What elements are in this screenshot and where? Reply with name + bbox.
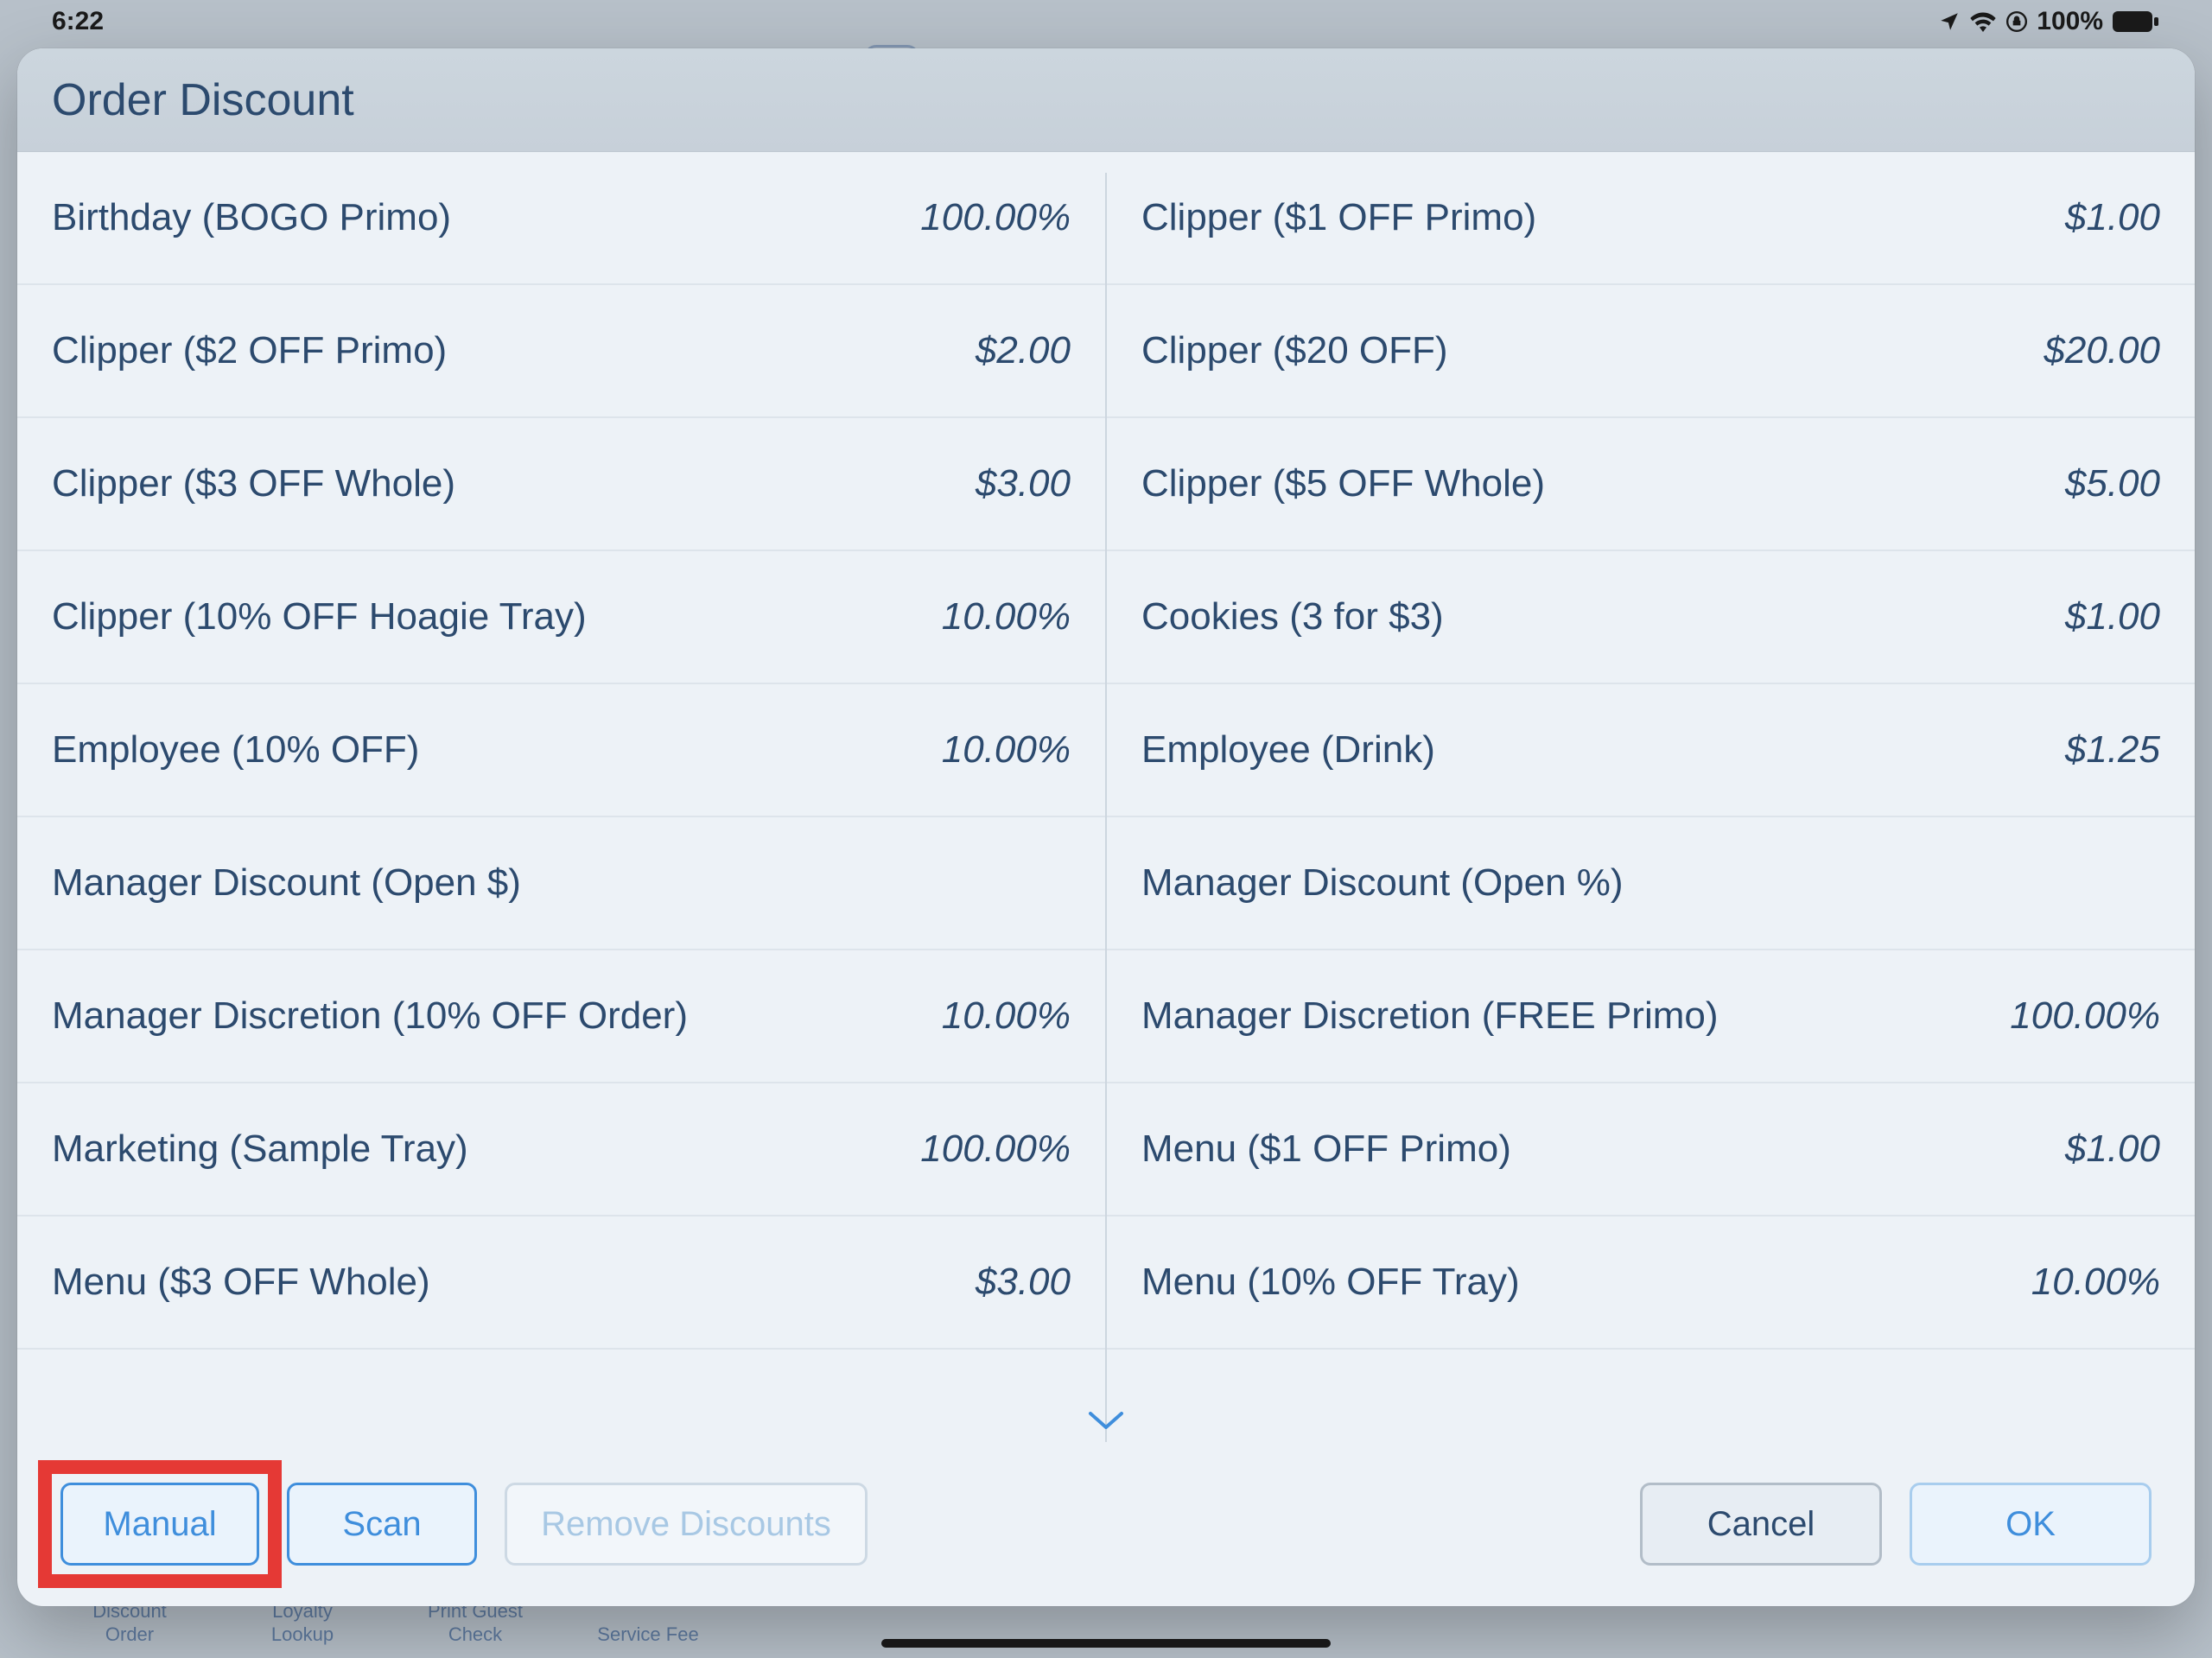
discount-label: Manager Discount (Open $) — [52, 861, 521, 905]
cancel-button[interactable]: Cancel — [1640, 1483, 1882, 1566]
discount-value: $3.00 — [976, 1261, 1071, 1304]
discount-label: Menu (10% OFF Tray) — [1141, 1261, 1520, 1304]
home-indicator — [881, 1639, 1331, 1648]
discount-value: $2.00 — [976, 329, 1071, 372]
discount-label: Birthday (BOGO Primo) — [52, 196, 451, 239]
discount-label: Clipper ($20 OFF) — [1141, 329, 1448, 372]
discount-row[interactable]: Clipper ($2 OFF Primo) $2.00 — [17, 285, 1105, 418]
discount-label: Menu ($3 OFF Whole) — [52, 1261, 430, 1304]
discount-row[interactable]: Cookies (3 for $3) $1.00 — [1107, 551, 2195, 684]
discount-label: Clipper ($1 OFF Primo) — [1141, 196, 1536, 239]
discount-value: 100.00% — [920, 1128, 1071, 1171]
discount-label: Employee (Drink) — [1141, 728, 1435, 772]
discount-row[interactable]: Menu ($3 OFF Whole) $3.00 — [17, 1217, 1105, 1350]
discount-row[interactable]: Marketing (Sample Tray) 100.00% — [17, 1083, 1105, 1217]
discount-row[interactable]: Clipper ($5 OFF Whole) $5.00 — [1107, 418, 2195, 551]
battery-icon — [2112, 10, 2160, 33]
discount-value: 10.00% — [942, 595, 1071, 638]
ok-button[interactable]: OK — [1910, 1483, 2152, 1566]
modal-body: Birthday (BOGO Primo) 100.00% Clipper ($2 … — [17, 152, 2195, 1442]
discount-row[interactable]: Menu (10% OFF Tray) 10.00% — [1107, 1217, 2195, 1350]
orientation-lock-icon — [2005, 10, 2028, 33]
remove-discounts-button: Remove Discounts — [505, 1483, 868, 1566]
battery-pct: 100% — [2037, 7, 2103, 36]
discount-row[interactable]: Manager Discretion (10% OFF Order) 10.00% — [17, 950, 1105, 1083]
discount-column-left: Birthday (BOGO Primo) 100.00% Clipper ($2 … — [17, 152, 1105, 1442]
bg-item: Discount Order — [69, 1600, 190, 1646]
discount-value: $1.00 — [2065, 196, 2160, 239]
discount-row[interactable]: Clipper ($20 OFF) $20.00 — [1107, 285, 2195, 418]
discount-label: Marketing (Sample Tray) — [52, 1128, 468, 1171]
discount-value: 10.00% — [942, 728, 1071, 772]
discount-value: $3.00 — [976, 462, 1071, 505]
discount-value: 100.00% — [2010, 994, 2160, 1038]
discount-label: Manager Discretion (FREE Primo) — [1141, 994, 1719, 1038]
modal-footer: Manual Scan Remove Discounts Cancel OK — [17, 1442, 2195, 1606]
discount-row[interactable]: Clipper ($3 OFF Whole) $3.00 — [17, 418, 1105, 551]
status-bar: 6:22 100% — [0, 0, 2212, 43]
bg-item: Loyalty Lookup — [242, 1600, 363, 1646]
discount-label: Clipper (10% OFF Hoagie Tray) — [52, 595, 587, 638]
location-icon — [1938, 10, 1961, 33]
discount-column-right: Clipper ($1 OFF Primo) $1.00 Clipper ($20 … — [1107, 152, 2195, 1442]
bg-item: Print Guest Check — [415, 1600, 536, 1646]
order-discount-modal: Order Discount Birthday (BOGO Primo) 100.… — [17, 48, 2195, 1606]
discount-label: Menu ($1 OFF Primo) — [1141, 1128, 1511, 1171]
manual-button[interactable]: Manual — [60, 1483, 259, 1566]
discount-row[interactable]: Employee (Drink) $1.25 — [1107, 684, 2195, 817]
discount-label: Manager Discretion (10% OFF Order) — [52, 994, 688, 1038]
discount-value: 10.00% — [942, 994, 1071, 1038]
discount-row[interactable]: Employee (10% OFF) 10.00% — [17, 684, 1105, 817]
discount-label: Cookies (3 for $3) — [1141, 595, 1444, 638]
bg-item: Service Fee — [588, 1623, 709, 1646]
discount-row[interactable]: Manager Discount (Open %) — [1107, 817, 2195, 950]
chevron-down-icon[interactable] — [1085, 1407, 1127, 1439]
modal-header: Order Discount — [17, 48, 2195, 152]
scan-button[interactable]: Scan — [287, 1483, 477, 1566]
status-time: 6:22 — [52, 7, 104, 36]
discount-label: Manager Discount (Open %) — [1141, 861, 1624, 905]
wifi-icon — [1969, 11, 1997, 32]
discount-label: Clipper ($5 OFF Whole) — [1141, 462, 1545, 505]
discount-value: 100.00% — [920, 196, 1071, 239]
discount-value: $20.00 — [2044, 329, 2160, 372]
discount-value: $1.25 — [2065, 728, 2160, 772]
discount-row[interactable]: Menu ($1 OFF Primo) $1.00 — [1107, 1083, 2195, 1217]
discount-row[interactable]: Manager Discretion (FREE Primo) 100.00% — [1107, 950, 2195, 1083]
discount-label: Employee (10% OFF) — [52, 728, 419, 772]
discount-row[interactable]: Birthday (BOGO Primo) 100.00% — [17, 152, 1105, 285]
discount-row[interactable]: Clipper ($1 OFF Primo) $1.00 — [1107, 152, 2195, 285]
discount-row[interactable]: Manager Discount (Open $) — [17, 817, 1105, 950]
discount-row[interactable]: Clipper (10% OFF Hoagie Tray) 10.00% — [17, 551, 1105, 684]
discount-value: $5.00 — [2065, 462, 2160, 505]
discount-label: Clipper ($3 OFF Whole) — [52, 462, 455, 505]
discount-value: 10.00% — [2031, 1261, 2160, 1304]
discount-label: Clipper ($2 OFF Primo) — [52, 329, 447, 372]
status-right: 100% — [1938, 7, 2160, 36]
modal-title: Order Discount — [52, 74, 354, 126]
discount-value: $1.00 — [2065, 1128, 2160, 1171]
discount-value: $1.00 — [2065, 595, 2160, 638]
